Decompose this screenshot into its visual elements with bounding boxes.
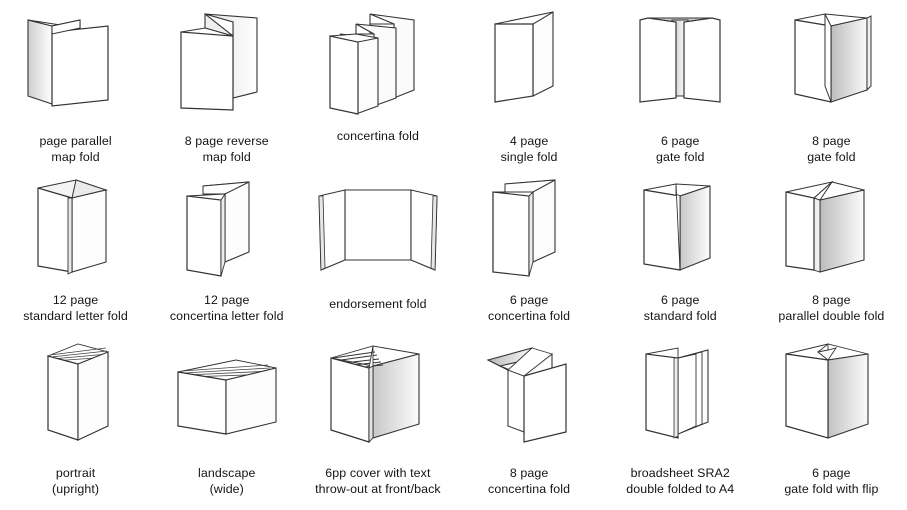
caption-line-2: standard fold bbox=[643, 308, 717, 323]
fold-item-caption: endorsement fold bbox=[329, 297, 426, 313]
fold-item-page-parallel-map-fold: page parallel map fold bbox=[0, 0, 151, 168]
fold-item-12-page-concertina-letter-fold: 12 page concertina letter fold bbox=[151, 168, 302, 330]
fold-item-12-page-standard-letter-fold: 12 page standard letter fold bbox=[0, 168, 151, 330]
fold-item-caption: 4 page single fold bbox=[501, 134, 558, 165]
fold-item-caption: portrait (upright) bbox=[52, 466, 99, 497]
caption-line-1: landscape bbox=[198, 466, 256, 480]
6-page-concertina-fold-illustration bbox=[454, 168, 605, 286]
caption-line-1: 8 page bbox=[812, 134, 851, 148]
fold-item-endorsement-fold: endorsement fold bbox=[302, 168, 453, 330]
fold-item-caption: 8 page reverse map fold bbox=[185, 134, 269, 165]
caption-line-2: map fold bbox=[202, 149, 251, 164]
caption-line-1: 6 page bbox=[660, 134, 700, 148]
caption-line-2: gate fold bbox=[656, 149, 705, 164]
fold-item-caption: 6 page concertina fold bbox=[488, 293, 570, 324]
6pp-cover-throw-out-illustration bbox=[302, 330, 453, 450]
fold-item-concertina-fold: concertina fold bbox=[302, 0, 453, 168]
fold-item-caption: 12 page concertina letter fold bbox=[170, 293, 284, 324]
caption-line-1: concertina fold bbox=[336, 129, 419, 143]
4-page-single-fold-illustration bbox=[454, 0, 605, 118]
caption-line-1: 6 page bbox=[660, 293, 700, 307]
caption-line-2: throw-out at front/back bbox=[315, 481, 441, 496]
caption-line-2: concertina fold bbox=[488, 481, 571, 496]
caption-line-2: gate fold with flip bbox=[784, 481, 879, 496]
fold-item-caption: broadsheet SRA2 double folded to A4 bbox=[626, 466, 734, 497]
landscape-wide-illustration bbox=[151, 330, 302, 450]
caption-line-1: endorsement fold bbox=[329, 297, 427, 311]
6-page-standard-fold-illustration bbox=[605, 168, 756, 286]
8-page-parallel-double-fold-illustration bbox=[756, 168, 907, 286]
fold-item-caption: 8 page concertina fold bbox=[488, 466, 570, 497]
fold-item-8-page-reverse-map-fold: 8 page reverse map fold bbox=[151, 0, 302, 168]
8-page-concertina-fold-illustration bbox=[454, 330, 605, 450]
caption-line-2: single fold bbox=[500, 149, 558, 164]
page-parallel-map-fold-illustration bbox=[0, 0, 151, 118]
fold-item-caption: 6 page gate fold with flip bbox=[784, 466, 878, 497]
fold-item-caption: 6 page gate fold bbox=[656, 134, 704, 165]
caption-line-1: 12 page bbox=[52, 293, 99, 307]
caption-line-1: 12 page bbox=[203, 293, 250, 307]
caption-line-1: broadsheet SRA2 bbox=[630, 466, 730, 480]
8-page-reverse-map-fold-illustration bbox=[151, 0, 302, 118]
fold-item-6-page-gate-fold: 6 page gate fold bbox=[605, 0, 756, 168]
caption-line-2: standard letter fold bbox=[23, 308, 128, 323]
caption-line-1: 8 page reverse bbox=[184, 134, 269, 148]
caption-line-1: 6 page bbox=[812, 466, 851, 480]
fold-item-caption: landscape (wide) bbox=[198, 466, 255, 497]
concertina-fold-illustration bbox=[302, 0, 453, 118]
caption-line-1: portrait bbox=[55, 466, 96, 480]
8-page-gate-fold-illustration bbox=[756, 0, 907, 118]
fold-item-caption: 8 page gate fold bbox=[807, 134, 855, 165]
12-page-standard-letter-fold-illustration bbox=[0, 168, 151, 286]
caption-line-2: parallel double fold bbox=[778, 308, 885, 323]
fold-chart-page: page parallel map fold 8 page reverse ma… bbox=[0, 0, 907, 510]
caption-line-1: 6pp cover with text bbox=[325, 466, 431, 480]
fold-item-6-page-standard-fold: 6 page standard fold bbox=[605, 168, 756, 330]
fold-item-4-page-single-fold: 4 page single fold bbox=[454, 0, 605, 168]
fold-item-portrait-upright: portrait (upright) bbox=[0, 330, 151, 510]
fold-item-caption: 8 page parallel double fold bbox=[778, 293, 884, 324]
caption-line-1: page parallel bbox=[39, 134, 112, 148]
caption-line-2: double folded to A4 bbox=[626, 481, 735, 496]
fold-item-broadsheet-sra2-double-folded: broadsheet SRA2 double folded to A4 bbox=[605, 330, 756, 510]
6-page-gate-fold-illustration bbox=[605, 0, 756, 118]
fold-item-caption: page parallel map fold bbox=[39, 134, 111, 165]
fold-item-6-page-gate-fold-with-flip: 6 page gate fold with flip bbox=[756, 330, 907, 510]
caption-line-2: (upright) bbox=[52, 481, 100, 496]
fold-item-6pp-cover-throw-out: 6pp cover with text throw-out at front/b… bbox=[302, 330, 453, 510]
fold-item-8-page-concertina-fold: 8 page concertina fold bbox=[454, 330, 605, 510]
6-page-gate-fold-with-flip-illustration bbox=[756, 330, 907, 450]
12-page-concertina-letter-fold-illustration bbox=[151, 168, 302, 286]
broadsheet-sra2-double-folded-illustration bbox=[605, 330, 756, 450]
fold-chart-grid: page parallel map fold 8 page reverse ma… bbox=[0, 0, 907, 510]
caption-line-1: 6 page bbox=[509, 293, 549, 307]
caption-line-1: 8 page bbox=[509, 466, 549, 480]
fold-item-caption: concertina fold bbox=[337, 129, 419, 145]
caption-line-2: (wide) bbox=[209, 481, 244, 496]
caption-line-1: 4 page bbox=[509, 134, 549, 148]
fold-item-6-page-concertina-fold: 6 page concertina fold bbox=[454, 168, 605, 330]
caption-line-2: gate fold bbox=[807, 149, 856, 164]
caption-line-2: map fold bbox=[51, 149, 100, 164]
fold-item-landscape-wide: landscape (wide) bbox=[151, 330, 302, 510]
fold-item-caption: 6pp cover with text throw-out at front/b… bbox=[315, 466, 441, 497]
fold-item-8-page-gate-fold: 8 page gate fold bbox=[756, 0, 907, 168]
fold-item-caption: 12 page standard letter fold bbox=[23, 293, 128, 324]
fold-item-8-page-parallel-double-fold: 8 page parallel double fold bbox=[756, 168, 907, 330]
endorsement-fold-illustration bbox=[302, 168, 453, 286]
caption-line-2: concertina fold bbox=[488, 308, 571, 323]
caption-line-1: 8 page bbox=[812, 293, 851, 307]
fold-item-caption: 6 page standard fold bbox=[644, 293, 717, 324]
caption-line-2: concertina letter fold bbox=[169, 308, 284, 323]
portrait-upright-illustration bbox=[0, 330, 151, 450]
